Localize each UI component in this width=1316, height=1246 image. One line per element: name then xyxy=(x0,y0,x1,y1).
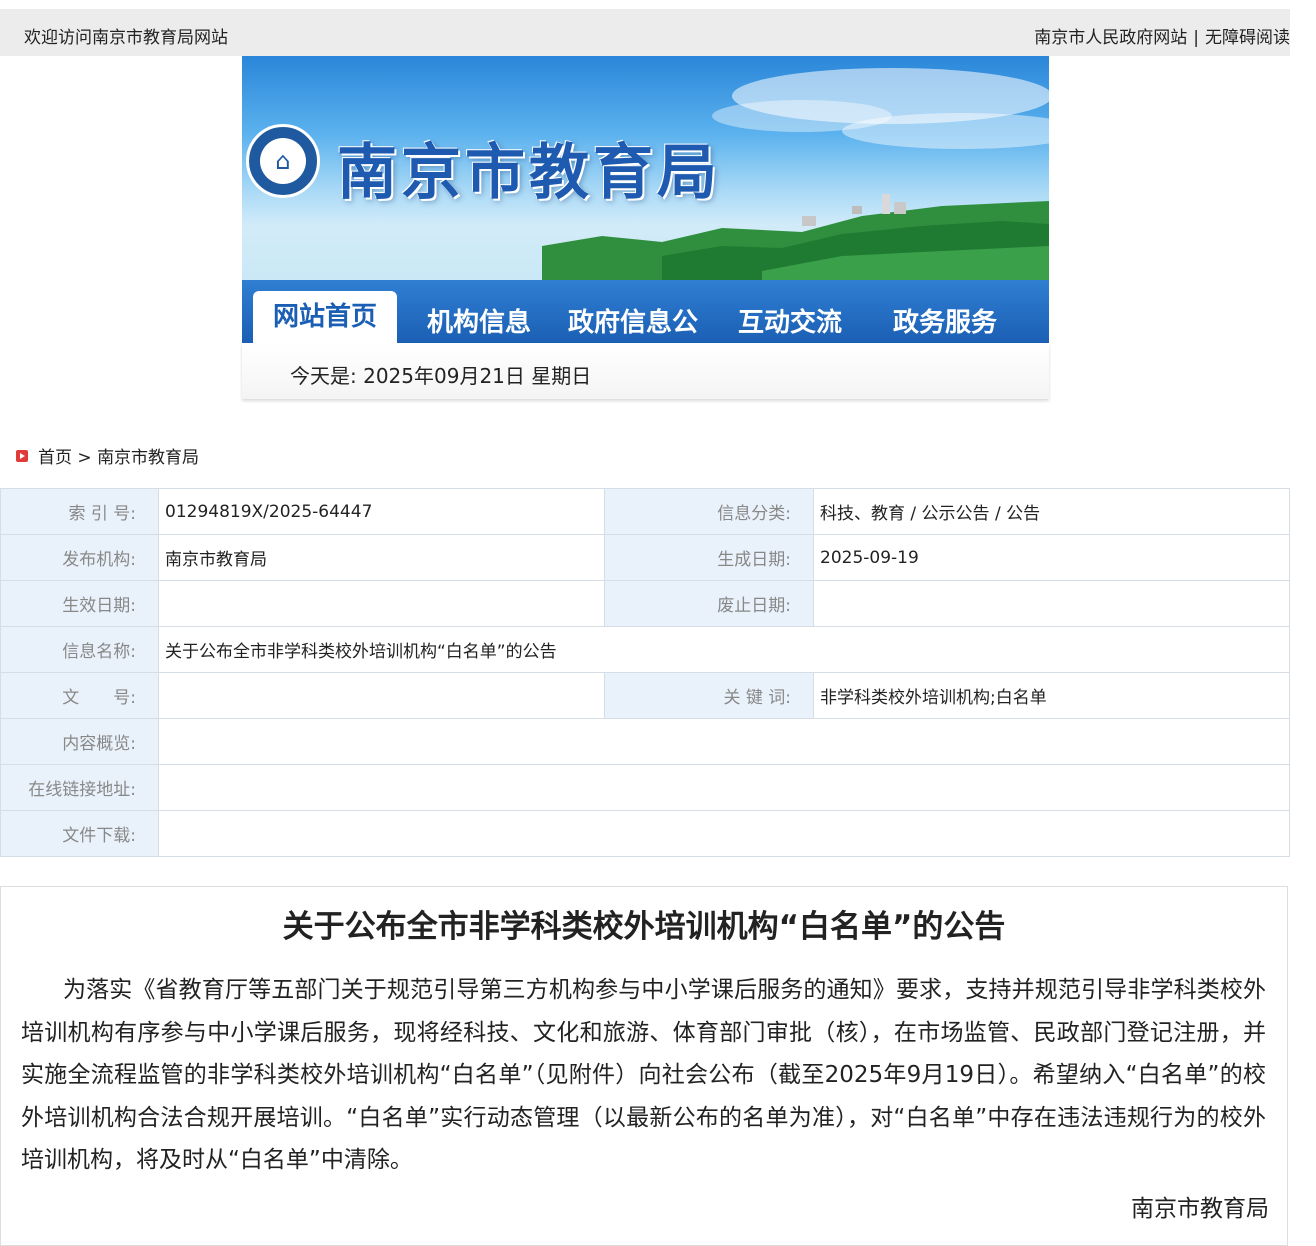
info-name-label: 信息名称: xyxy=(0,626,159,673)
keywords-value: 非学科类校外培训机构;白名单 xyxy=(813,672,1290,719)
created-date-label: 生成日期: xyxy=(604,534,814,581)
table-row: 生效日期: 废止日期: xyxy=(0,580,1290,627)
info-name-value: 关于公布全市非学科类校外培训机构“白名单”的公告 xyxy=(158,626,1290,673)
summary-label: 内容概览: xyxy=(0,718,159,765)
nav-item-gov-info[interactable]: 政府信息公 xyxy=(568,302,698,339)
nav-item-organization[interactable]: 机构信息 xyxy=(427,302,531,339)
file-download-value[interactable] xyxy=(158,810,1290,857)
breadcrumb-home[interactable]: 首页 xyxy=(38,448,72,468)
article-body: 为落实《省教育厅等五部门关于规范引导第三方机构参与中小学课后服务的通知》要求，支… xyxy=(21,977,1266,1173)
table-row: 信息名称: 关于公布全市非学科类校外培训机构“白名单”的公告 xyxy=(0,626,1290,673)
bureau-emblem-icon: ⌂ xyxy=(246,124,320,198)
date-bar: 今天是: 2025年09月21日 星期日 xyxy=(242,343,1049,399)
info-metadata-table: 索 引 号: 01294819X/2025-64447 信息分类: 科技、教育 … xyxy=(0,488,1290,857)
breadcrumb-separator: > xyxy=(72,448,98,468)
gov-site-link[interactable]: 南京市人民政府网站 xyxy=(1034,28,1187,48)
category-value: 科技、教育 / 公示公告 / 公告 xyxy=(813,488,1290,535)
location-icon xyxy=(16,450,28,462)
table-row: 在线链接地址: xyxy=(0,764,1290,811)
nav-item-interaction[interactable]: 互动交流 xyxy=(738,302,842,339)
category-label: 信息分类: xyxy=(604,488,814,535)
keywords-label: 关 键 词: xyxy=(604,672,814,719)
table-row: 内容概览: xyxy=(0,718,1290,765)
doc-number-value xyxy=(158,672,605,719)
index-value: 01294819X/2025-64447 xyxy=(158,488,605,535)
repeal-date-label: 废止日期: xyxy=(604,580,814,627)
file-download-label: 文件下载: xyxy=(0,810,159,857)
created-date-value: 2025-09-19 xyxy=(813,534,1290,581)
table-row: 发布机构: 南京市教育局 生成日期: 2025-09-19 xyxy=(0,534,1290,581)
table-row: 文件下载: xyxy=(0,810,1290,857)
online-link-value[interactable] xyxy=(158,764,1290,811)
article-content: 关于公布全市非学科类校外培训机构“白名单”的公告 为落实《省教育厅等五部门关于规… xyxy=(0,886,1288,1246)
effective-date-value xyxy=(158,580,605,627)
effective-date-label: 生效日期: xyxy=(0,580,159,627)
article-signature: 南京市教育局 xyxy=(1131,1196,1269,1222)
breadcrumb-current[interactable]: 南京市教育局 xyxy=(97,448,199,468)
site-title: 南京市教育局 xyxy=(337,138,721,208)
nav-item-services[interactable]: 政务服务 xyxy=(893,302,997,339)
nav-item-home[interactable]: 网站首页 xyxy=(253,291,397,343)
summary-value xyxy=(158,718,1290,765)
article-title: 关于公布全市非学科类校外培训机构“白名单”的公告 xyxy=(282,909,1006,945)
top-links: 南京市人民政府网站 | 无障碍阅读 xyxy=(1034,23,1290,48)
welcome-text: 欢迎访问南京市教育局网站 xyxy=(24,28,228,48)
table-row: 文 号: 关 键 词: 非学科类校外培训机构;白名单 xyxy=(0,672,1290,719)
breadcrumb: 首页 > 南京市教育局 xyxy=(16,443,199,468)
top-bar: 欢迎访问南京市教育局网站 南京市人民政府网站 | 无障碍阅读 xyxy=(0,9,1290,56)
publisher-value: 南京市教育局 xyxy=(158,534,605,581)
table-row: 索 引 号: 01294819X/2025-64447 信息分类: 科技、教育 … xyxy=(0,488,1290,535)
repeal-date-value xyxy=(813,580,1290,627)
online-link-label: 在线链接地址: xyxy=(0,764,159,811)
main-nav: 网站首页 机构信息 政府信息公 互动交流 政务服务 xyxy=(242,280,1049,343)
index-label: 索 引 号: xyxy=(0,488,159,535)
doc-number-label: 文 号: xyxy=(0,672,159,719)
site-banner: ⌂ 南京市教育局 xyxy=(242,56,1049,280)
publisher-label: 发布机构: xyxy=(0,534,159,581)
today-date: 今天是: 2025年09月21日 星期日 xyxy=(290,364,592,388)
accessible-reading-link[interactable]: 无障碍阅读 xyxy=(1205,28,1290,48)
top-link-separator: | xyxy=(1193,28,1199,48)
